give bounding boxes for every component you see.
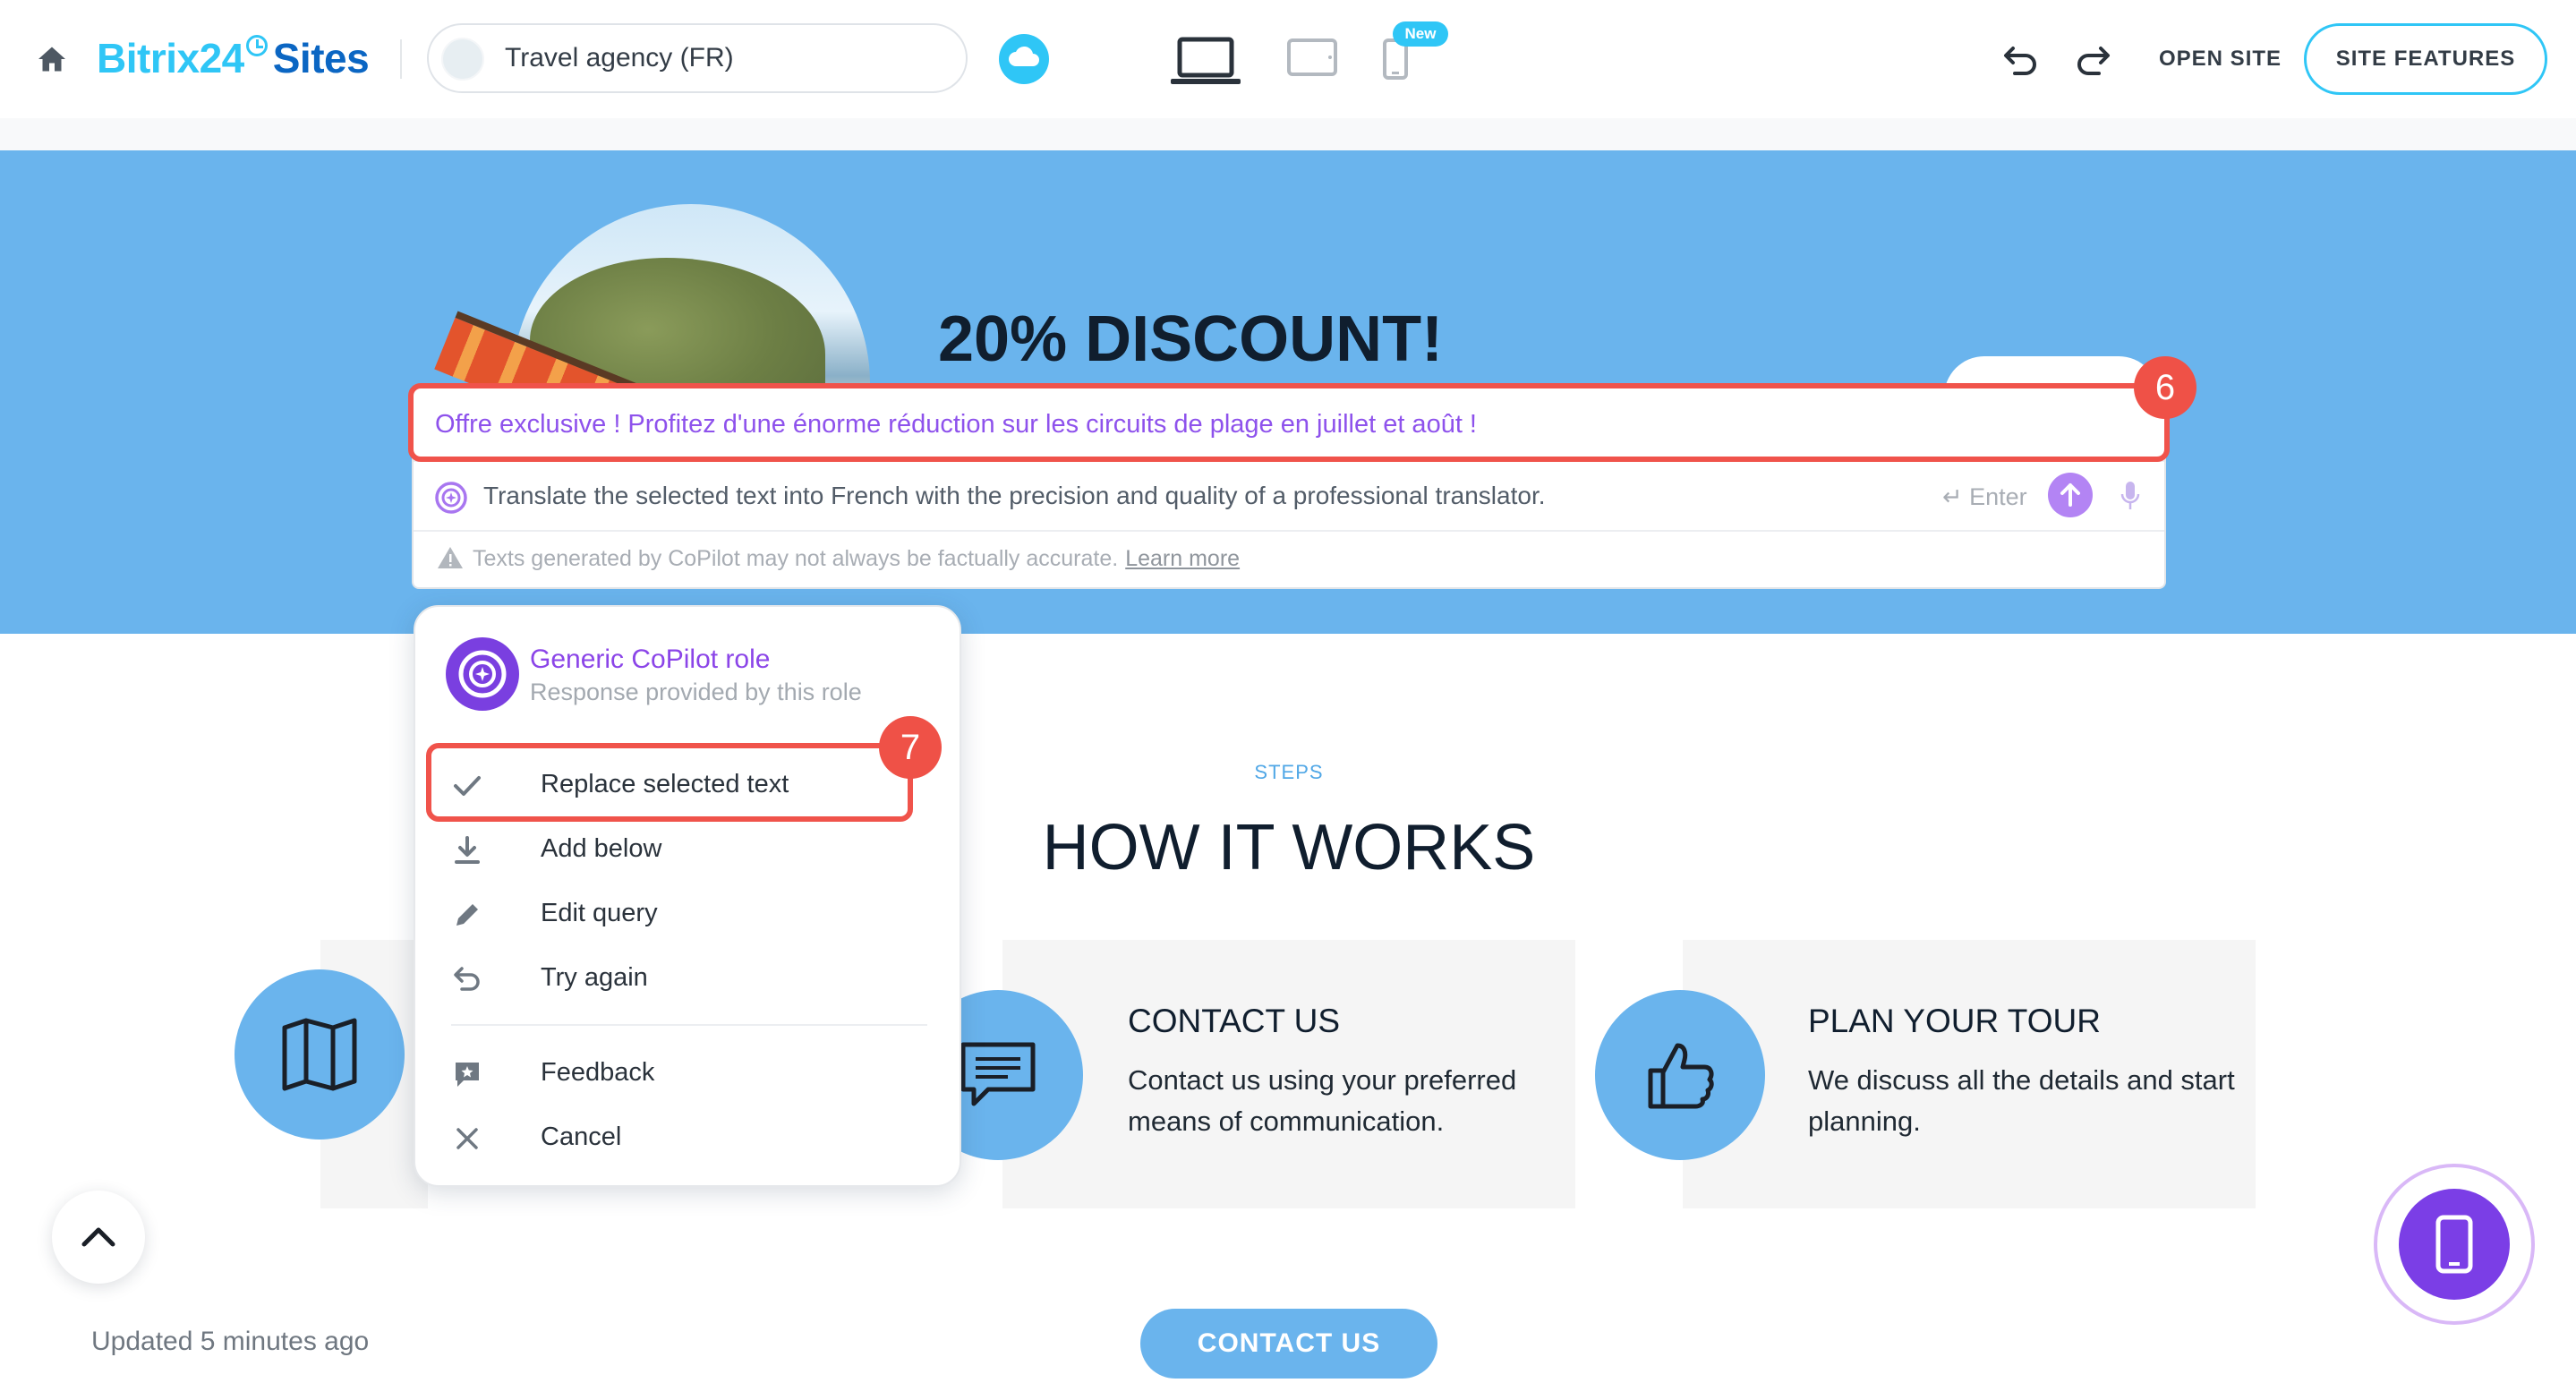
map-icon <box>282 1018 357 1091</box>
copilot-query-input[interactable]: Translate the selected text into French … <box>483 482 1546 510</box>
step-text-3[interactable]: We discuss all the details and start pla… <box>1808 1060 2238 1142</box>
send-button[interactable] <box>2048 473 2093 517</box>
updated-status: Updated 5 minutes ago <box>91 1327 370 1356</box>
menu-cancel[interactable]: Cancel <box>451 1112 934 1164</box>
menu-label: Add below <box>541 834 662 863</box>
enter-hint: ↵ Enter <box>1942 483 2027 510</box>
top-bar: Bitrix24 Sites Travel agency (FR) New OPE… <box>0 0 2576 118</box>
home-icon[interactable] <box>36 43 68 75</box>
undo-icon[interactable] <box>2002 41 2040 77</box>
site-features-button[interactable]: SITE FEATURES <box>2304 23 2547 95</box>
steps-label[interactable]: STEPS <box>1253 761 1325 784</box>
mobile-phone-icon <box>2435 1215 2473 1274</box>
scroll-top-button[interactable] <box>52 1191 145 1284</box>
header-gap <box>0 118 2576 150</box>
callout-highlight-result <box>408 383 2170 462</box>
learn-more-link[interactable]: Learn more <box>1125 546 1240 571</box>
chat-icon <box>960 1042 1036 1106</box>
download-icon <box>455 836 480 864</box>
copilot-icon <box>435 482 467 514</box>
open-site-link[interactable]: OPEN SITE <box>2159 47 2282 72</box>
step-text-2[interactable]: Contact us using your preferred means of… <box>1128 1060 1557 1142</box>
step-title-2[interactable]: CONTACT US <box>1128 1003 1340 1040</box>
laptop-icon[interactable] <box>1171 36 1241 86</box>
arrow-up-icon <box>2060 483 2080 507</box>
role-name[interactable]: Generic CoPilot role <box>530 645 770 675</box>
microphone-icon[interactable] <box>2120 478 2141 514</box>
warning-icon <box>438 547 463 568</box>
copilot-disclaimer: Texts generated by CoPilot may not alway… <box>437 546 1240 572</box>
header-divider <box>400 39 402 79</box>
menu-label: Edit query <box>541 899 658 927</box>
role-subtitle: Response provided by this role <box>530 679 862 705</box>
menu-edit-query[interactable]: Edit query <box>451 888 934 940</box>
menu-divider <box>451 1024 927 1026</box>
site-name: Travel agency (FR) <box>505 43 734 73</box>
mobile-preview-button[interactable] <box>2399 1189 2510 1300</box>
brand-logo[interactable]: Bitrix24 Sites <box>97 34 370 82</box>
site-selector[interactable]: Travel agency (FR) <box>427 23 968 93</box>
step-circle-3 <box>1595 990 1765 1160</box>
brand-product: Sites <box>272 35 370 81</box>
menu-label: Cancel <box>541 1123 622 1151</box>
brand-name: Bitrix24 <box>97 35 244 81</box>
pencil-icon <box>456 904 478 926</box>
step-circle-1 <box>235 969 405 1140</box>
site-thumbnail <box>441 38 484 81</box>
tablet-icon[interactable] <box>1286 38 1338 77</box>
disclaimer-text: Texts generated by CoPilot may not alway… <box>473 546 1119 571</box>
copilot-actions-popup: Generic CoPilot role Response provided b… <box>414 605 961 1187</box>
clock-icon <box>245 35 268 56</box>
menu-label: Try again <box>541 963 648 992</box>
undo-arrow-icon <box>454 967 480 991</box>
close-icon <box>456 1128 478 1149</box>
redo-icon[interactable] <box>2074 41 2111 77</box>
thumbs-up-icon <box>1648 1043 1714 1109</box>
feedback-icon <box>456 1063 479 1087</box>
menu-label: Feedback <box>541 1058 655 1087</box>
contact-us-button[interactable]: CONTACT US <box>1140 1309 1437 1379</box>
hero-title[interactable]: 20% DISCOUNT! <box>938 303 1443 376</box>
menu-add-below[interactable]: Add below <box>451 824 934 875</box>
cloud-button[interactable] <box>999 34 1049 84</box>
chevron-up-icon <box>81 1227 115 1247</box>
copilot-query-row: Translate the selected text into French … <box>414 462 2164 532</box>
role-avatar <box>446 637 519 711</box>
callout-highlight-replace <box>426 743 913 822</box>
new-badge: New <box>1393 21 1448 47</box>
cloud-icon <box>1009 46 1039 66</box>
step-title-3[interactable]: PLAN YOUR TOUR <box>1808 1003 2101 1040</box>
copilot-role-icon <box>458 650 507 698</box>
callout-badge-7: 7 <box>879 716 942 779</box>
menu-try-again[interactable]: Try again <box>451 952 934 1004</box>
menu-feedback[interactable]: Feedback <box>451 1047 934 1099</box>
how-it-works-title[interactable]: HOW IT WORKS <box>1020 811 1557 884</box>
callout-badge-6: 6 <box>2134 356 2196 419</box>
